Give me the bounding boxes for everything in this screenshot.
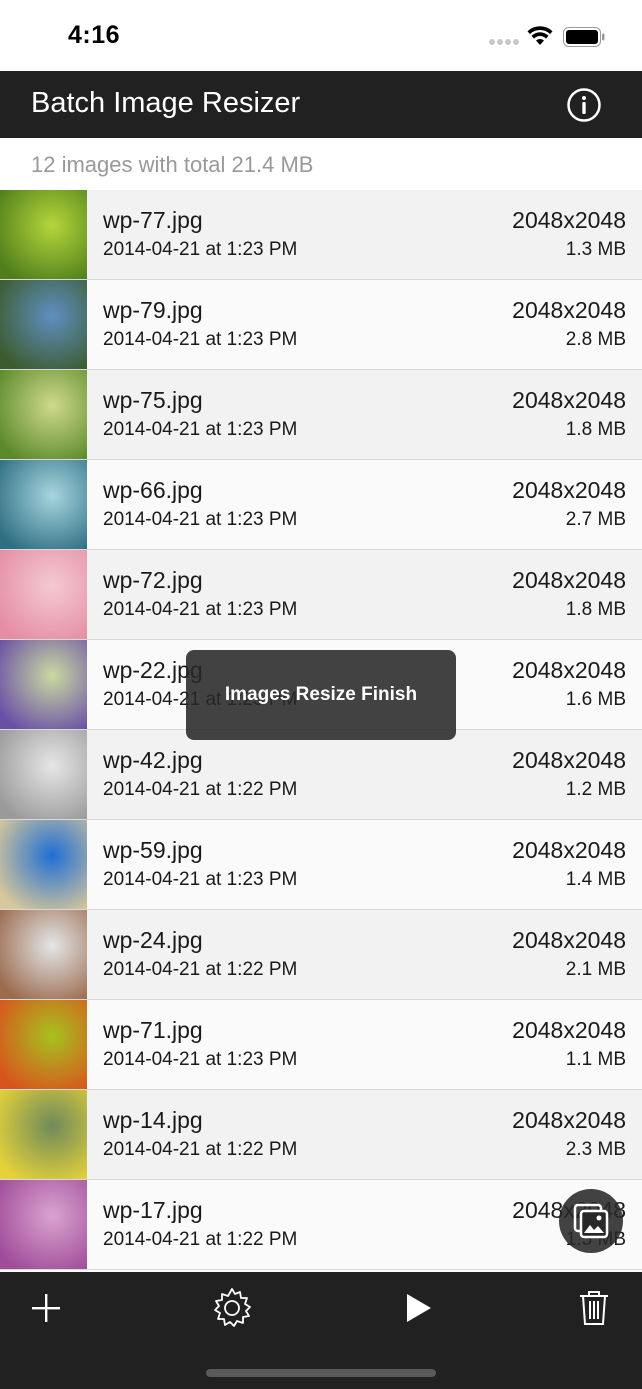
image-date: 2014-04-21 at 1:23 PM: [103, 239, 298, 260]
table-row[interactable]: wp-77.jpg 2014-04-21 at 1:23 PM 2048x2048 1…: [0, 190, 642, 280]
info-icon[interactable]: [566, 87, 602, 123]
table-row[interactable]: wp-24.jpg 2014-04-21 at 1:22 PM 2048x2048 2…: [0, 910, 642, 1000]
image-thumbnail: [0, 460, 87, 549]
image-dimensions: 2048x2048: [512, 747, 626, 773]
image-thumbnail: [0, 1090, 87, 1179]
image-dimensions: 2048x2048: [512, 1107, 626, 1133]
image-thumbnail: [0, 370, 87, 459]
image-size: 2.1 MB: [565, 959, 626, 980]
image-thumbnail: [0, 190, 87, 279]
play-icon[interactable]: [396, 1286, 440, 1330]
image-date: 2014-04-21 at 1:23 PM: [103, 869, 298, 890]
image-date: 2014-04-21 at 1:22 PM: [103, 1139, 298, 1160]
image-name: wp-72.jpg: [103, 567, 203, 593]
wifi-icon: [527, 26, 553, 45]
image-name: wp-77.jpg: [103, 207, 203, 233]
image-date: 2014-04-21 at 1:23 PM: [103, 509, 298, 530]
image-name: wp-71.jpg: [103, 1017, 203, 1043]
toast: Images Resize Finish: [186, 650, 456, 740]
image-size: 1.6 MB: [565, 689, 626, 710]
table-row[interactable]: wp-66.jpg 2014-04-21 at 1:23 PM 2048x2048 2…: [0, 460, 642, 550]
image-thumbnail: [0, 730, 87, 819]
page-title: Batch Image Resizer: [31, 87, 301, 119]
table-row[interactable]: wp-14.jpg 2014-04-21 at 1:22 PM 2048x2048 2…: [0, 1090, 642, 1180]
image-dimensions: 2048x2048: [512, 927, 626, 953]
image-date: 2014-04-21 at 1:23 PM: [103, 419, 298, 440]
image-stack-icon: [573, 1203, 609, 1239]
image-date: 2014-04-21 at 1:22 PM: [103, 959, 298, 980]
image-size: 1.2 MB: [565, 779, 626, 800]
image-size: 1.4 MB: [565, 869, 626, 890]
signal-icon: [489, 39, 519, 45]
image-size: 1.3 MB: [565, 239, 626, 260]
image-dimensions: 2048x2048: [512, 297, 626, 323]
image-thumbnail: [0, 640, 87, 729]
status-time: 4:16: [68, 21, 121, 49]
image-dimensions: 2048x2048: [512, 1017, 626, 1043]
image-size: 2.8 MB: [565, 329, 626, 350]
table-row[interactable]: wp-59.jpg 2014-04-21 at 1:23 PM 2048x2048 1…: [0, 820, 642, 910]
image-name: wp-59.jpg: [103, 837, 203, 863]
image-name: wp-24.jpg: [103, 927, 203, 953]
image-size: 2.3 MB: [565, 1139, 626, 1160]
image-dimensions: 2048x2048: [512, 657, 626, 683]
image-dimensions: 2048x2048: [512, 387, 626, 413]
image-dimensions: 2048x2048: [512, 477, 626, 503]
battery-icon: [563, 27, 605, 47]
table-row[interactable]: wp-79.jpg 2014-04-21 at 1:23 PM 2048x2048 2…: [0, 280, 642, 370]
image-thumbnail: [0, 1000, 87, 1089]
image-date: 2014-04-21 at 1:22 PM: [103, 1229, 298, 1250]
gear-icon[interactable]: [210, 1286, 254, 1330]
toast-text: Images Resize Finish: [224, 684, 418, 705]
image-thumbnail: [0, 1180, 87, 1269]
image-dimensions: 2048x2048: [512, 837, 626, 863]
image-date: 2014-04-21 at 1:22 PM: [103, 779, 298, 800]
image-name: wp-42.jpg: [103, 747, 203, 773]
table-row[interactable]: wp-71.jpg 2014-04-21 at 1:23 PM 2048x2048 1…: [0, 1000, 642, 1090]
bottom-toolbar: [0, 1272, 642, 1389]
image-dimensions: 2048x2048: [512, 567, 626, 593]
image-size: 1.8 MB: [565, 419, 626, 440]
image-dimensions: 2048x2048: [512, 207, 626, 233]
table-row[interactable]: wp-72.jpg 2014-04-21 at 1:23 PM 2048x2048 1…: [0, 550, 642, 640]
image-name: wp-14.jpg: [103, 1107, 203, 1133]
image-size: 2.7 MB: [565, 509, 626, 530]
table-row[interactable]: wp-75.jpg 2014-04-21 at 1:23 PM 2048x2048 1…: [0, 370, 642, 460]
nav-bar: Batch Image Resizer: [0, 71, 642, 138]
trash-icon[interactable]: [572, 1286, 616, 1330]
image-name: wp-17.jpg: [103, 1197, 203, 1223]
image-thumbnail: [0, 910, 87, 999]
image-size: 1.8 MB: [565, 599, 626, 620]
image-name: wp-66.jpg: [103, 477, 203, 503]
image-thumbnail: [0, 550, 87, 639]
home-indicator: [206, 1369, 436, 1377]
image-thumbnail: [0, 820, 87, 909]
table-row[interactable]: wp-42.jpg 2014-04-21 at 1:22 PM 2048x2048 1…: [0, 730, 642, 820]
image-thumbnail: [0, 280, 87, 369]
image-date: 2014-04-21 at 1:23 PM: [103, 1049, 298, 1070]
summary-text: 12 images with total 21.4 MB: [31, 152, 314, 177]
image-size: 1.1 MB: [565, 1049, 626, 1070]
image-stack-button[interactable]: [559, 1189, 623, 1253]
image-name: wp-79.jpg: [103, 297, 203, 323]
status-bar: 4:16: [0, 0, 642, 71]
table-row[interactable]: wp-17.jpg2014-04-21 at 1:22 PM2048x20481…: [0, 1180, 642, 1270]
image-date: 2014-04-21 at 1:23 PM: [103, 599, 298, 620]
image-name: wp-75.jpg: [103, 387, 203, 413]
plus-icon[interactable]: [24, 1286, 68, 1330]
image-date: 2014-04-21 at 1:23 PM: [103, 329, 298, 350]
summary-bar: 12 images with total 21.4 MB: [0, 138, 642, 190]
